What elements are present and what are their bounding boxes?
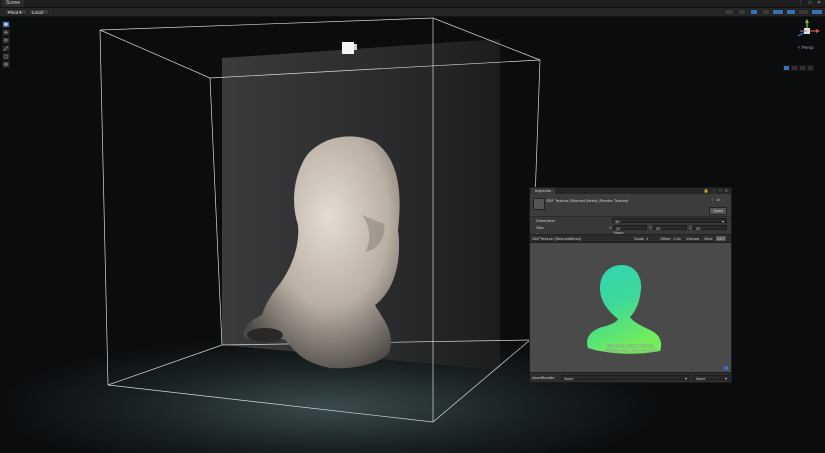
scene-toolbar: Pivot ▾ Local ▾ — [0, 8, 825, 21]
overlay-toggle-4[interactable] — [807, 65, 814, 71]
volume-label[interactable]: Volume — [686, 235, 699, 242]
preview-caption-info: 32x32x32 R16_SFloat 64.0 KB — [604, 349, 657, 353]
scale-tool-icon[interactable]: ⤢ — [2, 45, 10, 52]
window-controls[interactable]: ⋮ □ ✕ — [798, 0, 823, 7]
scene-tab[interactable]: Scene — [2, 0, 25, 7]
ddt-button[interactable]: DDT — [716, 236, 727, 241]
camera-settings-button[interactable] — [724, 9, 734, 15]
size-x-axis-label: X — [609, 225, 612, 230]
asset-header: SDF Texture (Skinned Mesh) (Render Textu… — [530, 194, 731, 217]
dimension-dropdown[interactable]: 3D ▾ — [612, 218, 727, 224]
asset-header-controls[interactable]: ? ⇄ ⋮ — [711, 197, 728, 202]
offset-label: Offset — [660, 236, 671, 241]
render-texture-properties: Dimension 3D ▾ Size X 32 Y 32 Z 32 ... No… — [530, 217, 731, 235]
variant-value: None — [696, 376, 706, 381]
overlay-toggle-2[interactable] — [791, 65, 798, 71]
size-y-axis-label: Y — [649, 225, 652, 230]
size-z-field[interactable]: 32 — [693, 225, 727, 231]
open-button[interactable]: Open — [709, 207, 727, 215]
lighting-toggle-button[interactable] — [750, 9, 758, 15]
overlay-toolbar — [783, 58, 823, 71]
scale-label: Scale — [634, 236, 645, 241]
size-z-axis-label: Z — [689, 225, 692, 230]
render-mode-button[interactable] — [798, 9, 809, 15]
scene-visibility-button[interactable] — [786, 9, 796, 15]
assetbundle-footer: AssetBundle None ▾ None ▾ — [530, 372, 731, 382]
assetbundle-dropdown[interactable]: None ▾ — [561, 375, 690, 381]
custom-tool-icon[interactable]: ⚙ — [2, 61, 10, 68]
chevron-down-icon: ▾ — [684, 376, 687, 381]
move-tool-icon[interactable]: ✛ — [2, 29, 10, 36]
chevron-down-icon: ▾ — [721, 219, 724, 224]
scene-window-titlebar: Scene ⋮ □ ✕ — [0, 0, 825, 8]
partial-property-label: ... — [536, 230, 540, 234]
orientation-gizmo[interactable]: < Persp — [792, 18, 822, 52]
light-gizmo-icon[interactable] — [342, 42, 354, 54]
local-label: Local — [32, 10, 43, 15]
local-dropdown[interactable]: Local ▾ — [29, 9, 49, 21]
preview-toolbar: SDFTexture (SkinnedMesh) Scale 1 Offset … — [530, 235, 731, 243]
overlay-toggle-3[interactable] — [799, 65, 806, 71]
rect-tool-icon[interactable]: ▢ — [2, 53, 10, 60]
tool-palette: ✥ ✛ ⟳ ⤢ ▢ ⚙ — [2, 21, 11, 69]
chevron-down-icon: ▾ — [724, 376, 727, 381]
slice-label[interactable]: Slice — [704, 235, 713, 242]
asset-title: SDF Texture (Skinned Mesh) (Render Textu… — [546, 198, 629, 203]
sdf-preview[interactable]: SDFTexture (SkinnedMesh) 32x32x32 R16_SF… — [530, 243, 731, 373]
partial-property-value: None — [614, 230, 624, 234]
assetbundle-label: AssetBundle — [532, 375, 555, 380]
audio-toggle-button[interactable] — [762, 9, 770, 15]
overlay-toggle-1[interactable] — [783, 65, 790, 71]
preview-resize-handle[interactable] — [724, 366, 728, 370]
offset-value[interactable]: 1.64 — [673, 235, 681, 242]
rotate-tool-icon[interactable]: ⟳ — [2, 37, 10, 44]
inspector-window: Inspector 🔒 ⋮ □ ✕ SDF Texture (Skinned M… — [529, 187, 732, 383]
pivot-dropdown[interactable]: Pivot ▾ — [5, 9, 27, 15]
render-texture-icon — [533, 198, 545, 210]
axis-gizmo-icon[interactable] — [792, 18, 822, 44]
projection-label[interactable]: < Persp — [798, 45, 814, 50]
variant-dropdown[interactable]: None ▾ — [693, 375, 730, 381]
view-tool-icon[interactable]: ✥ — [2, 21, 10, 28]
size-y-field[interactable]: 32 — [653, 225, 687, 231]
grid-toggle-button[interactable] — [738, 9, 746, 15]
dimension-label: Dimension — [536, 218, 555, 223]
assetbundle-value: None — [564, 376, 574, 381]
scale-value[interactable]: 1 — [646, 235, 648, 242]
preview-object-name: SDFTexture (SkinnedMesh) — [532, 236, 582, 241]
pivot-label: Pivot — [8, 10, 19, 15]
dimension-value: 3D — [615, 219, 621, 224]
gizmos-toggle-button[interactable] — [811, 9, 823, 15]
effects-toggle-button[interactable] — [772, 9, 784, 15]
